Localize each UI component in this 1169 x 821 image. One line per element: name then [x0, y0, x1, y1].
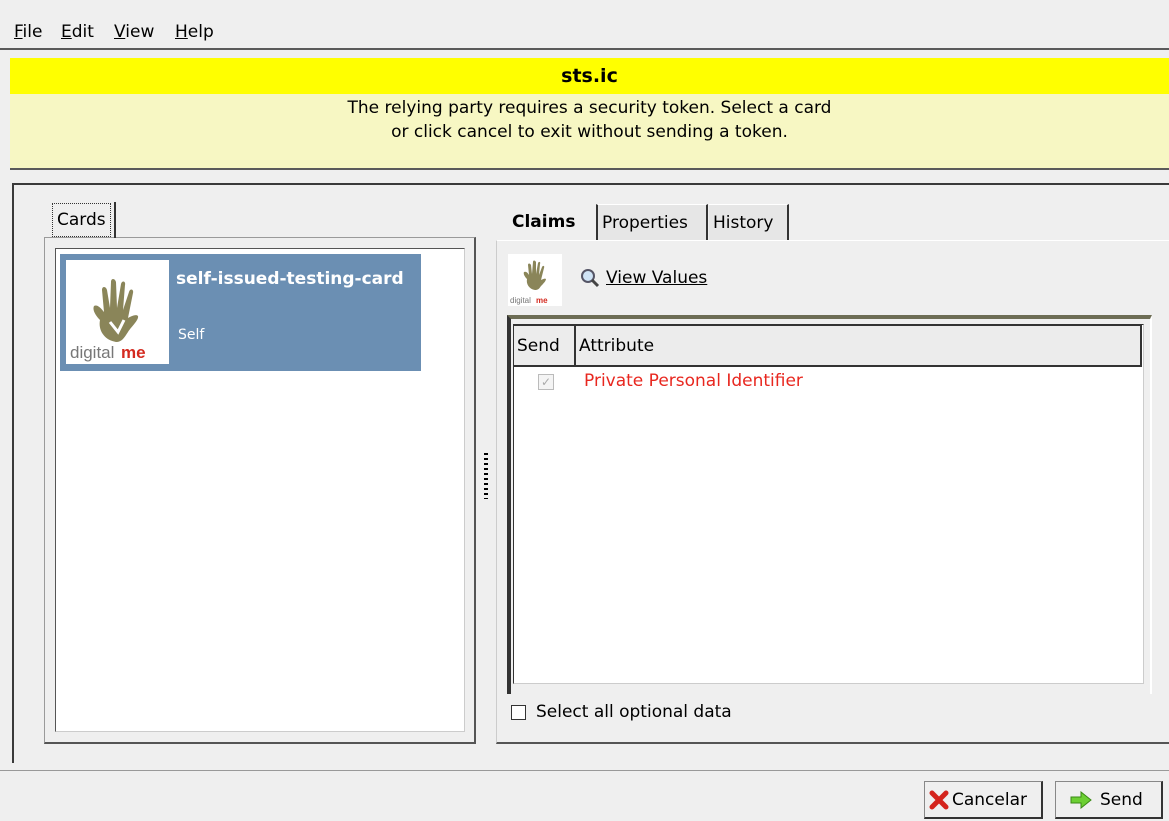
card-type: Self — [178, 327, 205, 343]
small-logo-text-me: me — [536, 296, 548, 305]
view-values-link[interactable]: View Values — [580, 268, 707, 288]
menu-file[interactable]: File — [14, 22, 42, 42]
menu-bar: File Edit View Help — [0, 0, 1169, 50]
banner-message-text: The relying party requires a security to… — [347, 98, 832, 142]
send-checkbox-disabled: ✓ — [538, 374, 554, 390]
logo-text-me: me — [121, 343, 146, 362]
banner-message: The relying party requires a security to… — [10, 94, 1169, 170]
magnifier-icon — [581, 269, 600, 288]
column-header-send[interactable]: Send — [514, 326, 576, 366]
claim-attribute: Private Personal Identifier — [584, 371, 803, 391]
logo-text-digital: digital — [70, 343, 114, 362]
tab-edge — [114, 202, 116, 238]
cancel-x-icon — [929, 790, 949, 809]
digitalme-hand-icon: digital me — [70, 279, 146, 362]
banner-title: sts.ic — [10, 58, 1169, 94]
claims-table-header: Send Attribute — [514, 325, 1142, 367]
card-name: self-issued-testing-card — [176, 269, 404, 289]
cancel-button-label: Cancelar — [952, 789, 1027, 810]
bottom-separator — [0, 770, 1169, 771]
card-logo: digital me — [66, 260, 169, 364]
select-all-label[interactable]: Select all optional data — [536, 702, 732, 722]
menu-view[interactable]: View — [114, 22, 154, 42]
send-button-label: Send — [1100, 789, 1143, 810]
green-arrow-icon — [1070, 790, 1092, 809]
tab-history[interactable]: History — [709, 204, 789, 240]
select-all-checkbox[interactable] — [511, 705, 526, 720]
column-header-attribute[interactable]: Attribute — [576, 326, 1142, 366]
tab-properties[interactable]: Properties — [596, 204, 708, 240]
tab-claims[interactable]: Claims — [498, 204, 598, 240]
small-logo-text-digital: digital — [510, 296, 531, 305]
view-values-label: View Values — [606, 268, 708, 288]
menu-help[interactable]: Help — [175, 22, 214, 42]
send-button[interactable]: Send — [1055, 781, 1163, 819]
menu-edit[interactable]: Edit — [61, 22, 94, 42]
pane-splitter[interactable] — [484, 453, 488, 499]
cancel-button[interactable]: Cancelar — [924, 781, 1043, 819]
tab-cards[interactable]: Cards — [52, 203, 111, 237]
digitalme-small-icon: digital me — [510, 260, 548, 305]
card-thumbnail: digital me — [508, 254, 562, 306]
